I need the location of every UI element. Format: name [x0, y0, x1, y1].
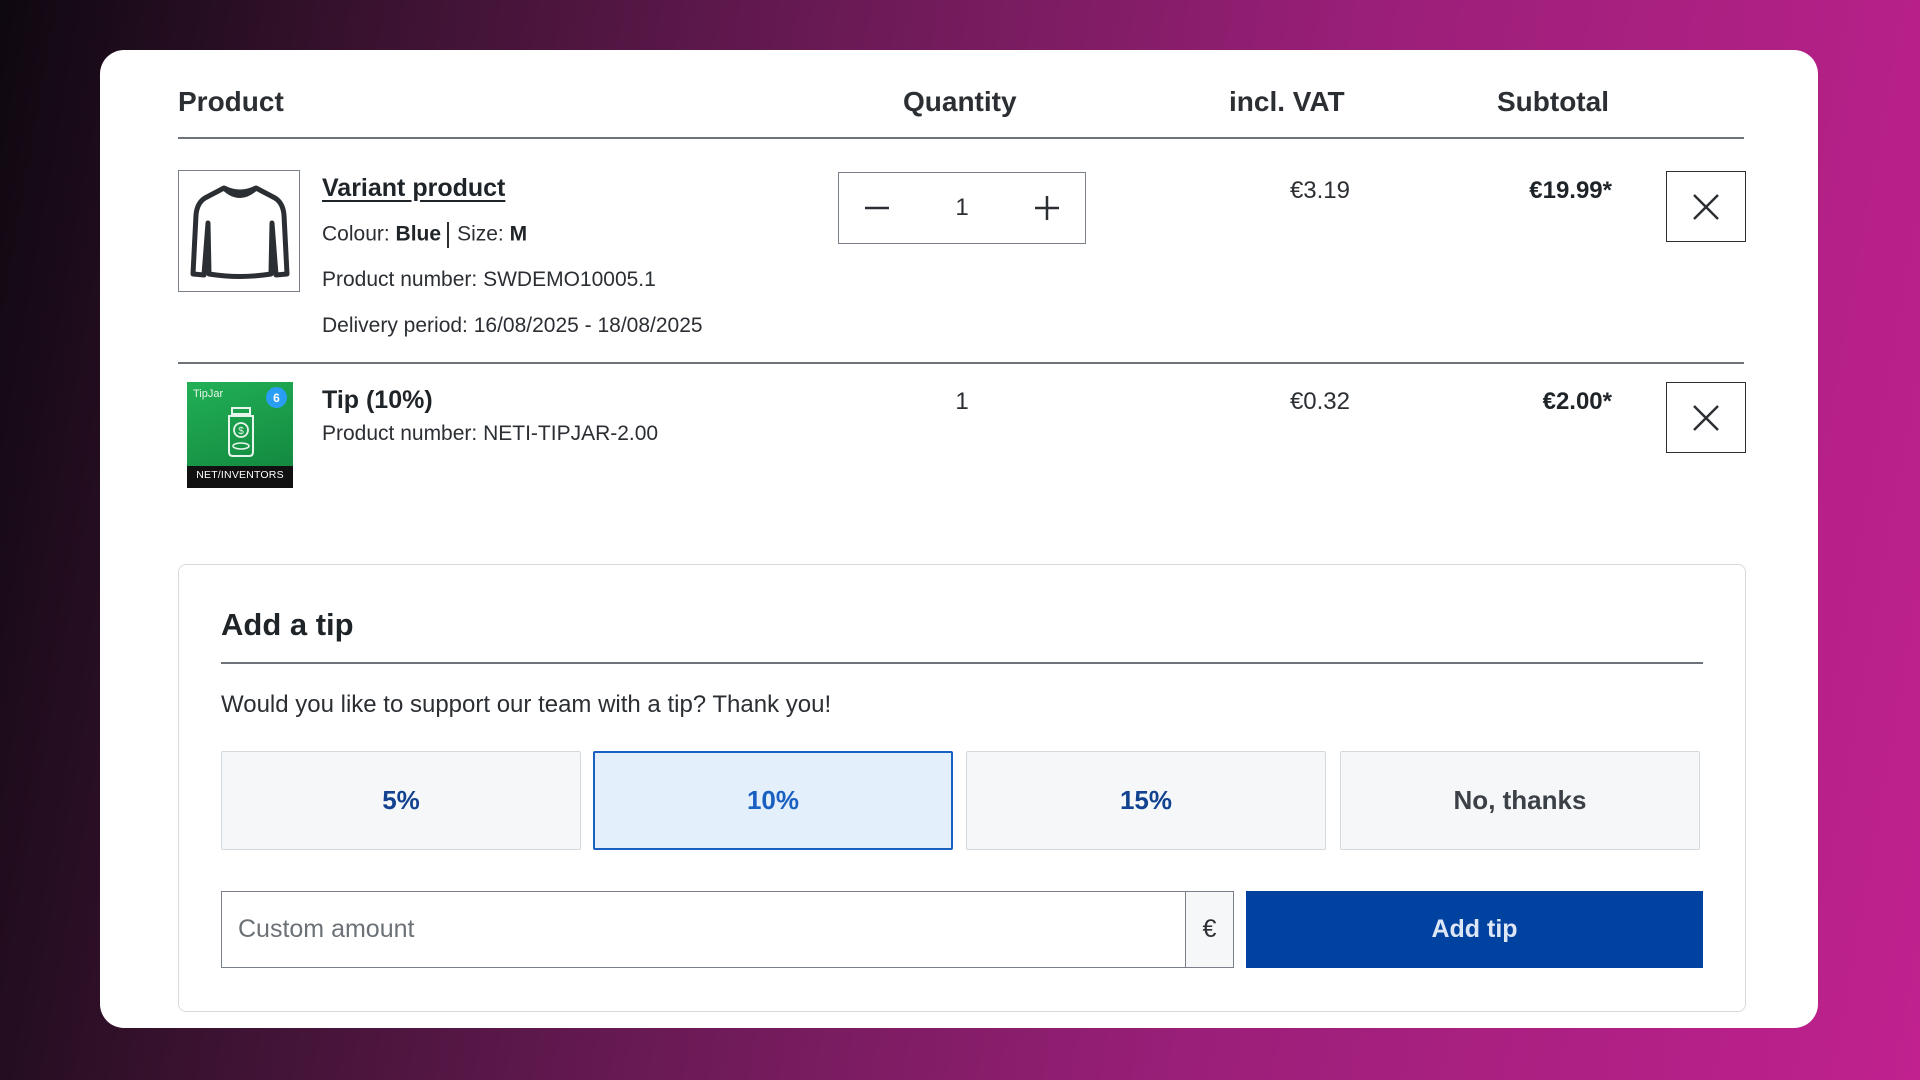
- tip-quantity: 1: [955, 388, 969, 415]
- quantity-stepper: 1: [838, 172, 1086, 244]
- row-divider: [178, 362, 1744, 364]
- tip-panel-title: Add a tip: [221, 607, 354, 642]
- tip-subtotal-value: €2.00*: [1542, 388, 1612, 415]
- product-options: Colour: Blue Size: M: [322, 222, 527, 248]
- close-icon: [1693, 193, 1719, 220]
- header-quantity: Quantity: [903, 86, 1017, 117]
- option-size-label: Size:: [457, 222, 504, 246]
- product-name-link[interactable]: Variant product: [322, 174, 505, 203]
- tipjar-brand: NET/INVENTORS: [196, 469, 284, 481]
- option-colour-label: Colour:: [322, 222, 390, 246]
- product-number: Product number: SWDEMO10005.1: [322, 268, 656, 291]
- option-colour-value: Blue: [395, 222, 442, 246]
- header-product: Product: [178, 86, 284, 117]
- header-vat: incl. VAT: [1229, 86, 1345, 117]
- tip-description: Would you like to support our team with …: [221, 691, 832, 718]
- custom-amount-input[interactable]: [222, 892, 1185, 967]
- tipjar-badge: 6: [266, 387, 287, 408]
- remove-item-button[interactable]: [1666, 171, 1746, 242]
- tip-option-5[interactable]: 5%: [221, 751, 581, 850]
- tip-option-10[interactable]: 10%: [593, 751, 953, 850]
- quantity-value[interactable]: 1: [955, 194, 968, 222]
- tip-panel-divider: [221, 662, 1703, 664]
- minus-icon: [865, 206, 889, 210]
- vat-value: €3.19: [1289, 177, 1350, 204]
- add-tip-button[interactable]: Add tip: [1246, 891, 1703, 968]
- delivery-period: Delivery period: 16/08/2025 - 18/08/2025: [322, 314, 703, 337]
- option-size-value: M: [509, 222, 528, 246]
- tipjar-thumbnail[interactable]: TipJar 6 $ NET/INVENTORS: [187, 382, 293, 488]
- tipjar-label: TipJar: [193, 388, 224, 400]
- increase-quantity-button[interactable]: [1029, 190, 1065, 226]
- option-separator: [447, 222, 450, 248]
- tip-item-name: Tip (10%): [322, 386, 433, 414]
- header-divider: [178, 137, 1744, 139]
- svg-text:$: $: [238, 426, 244, 437]
- add-tip-panel: Add a tip Would you like to support our …: [178, 564, 1746, 1012]
- tip-option-15[interactable]: 15%: [966, 751, 1326, 850]
- product-thumbnail[interactable]: [178, 170, 300, 292]
- decrease-quantity-button[interactable]: [859, 190, 895, 226]
- cart-card: Product Quantity incl. VAT Subtotal Vari…: [100, 50, 1818, 1028]
- plus-icon: [1034, 196, 1059, 220]
- sweater-icon: [190, 185, 290, 279]
- tip-jar-icon: $: [228, 407, 254, 457]
- tip-product-number: Product number: NETI-TIPJAR-2.00: [322, 422, 659, 445]
- currency-addon: €: [1185, 892, 1233, 967]
- header-subtotal: Subtotal: [1497, 86, 1609, 117]
- tip-vat-value: €0.32: [1289, 388, 1350, 415]
- close-icon: [1693, 404, 1719, 431]
- subtotal-value: €19.99*: [1529, 177, 1612, 204]
- custom-amount-group: €: [221, 891, 1234, 968]
- remove-tip-button[interactable]: [1666, 382, 1746, 453]
- tip-option-none[interactable]: No, thanks: [1340, 751, 1700, 850]
